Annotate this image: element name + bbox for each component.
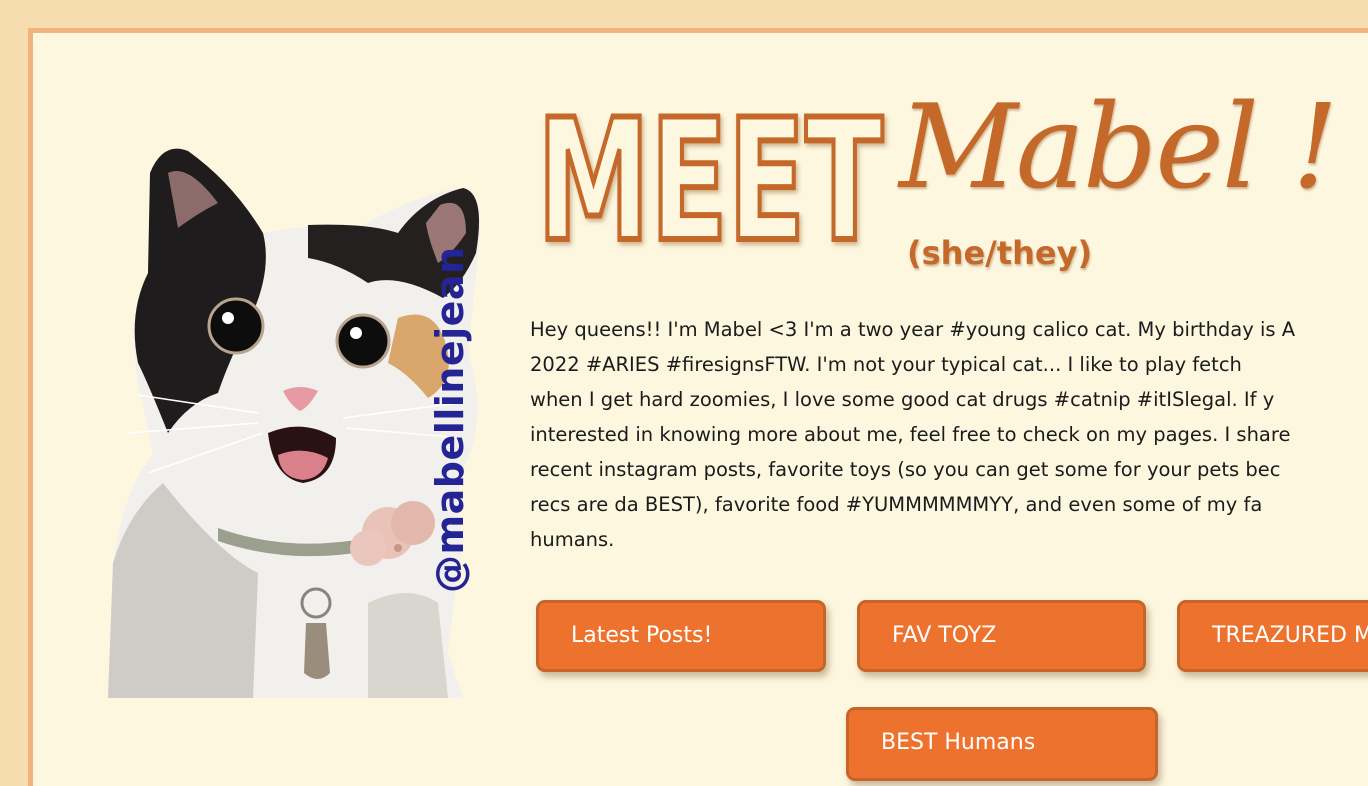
fav-toyz-button[interactable]: FAV TOYZ [857, 600, 1146, 672]
page-frame: @mabellinejean MEET Mabel ! (she/they) H… [28, 28, 1368, 786]
title-meet: MEET [534, 80, 886, 254]
best-humans-button[interactable]: BEST Humans [846, 707, 1158, 781]
latest-posts-button[interactable]: Latest Posts! [536, 600, 826, 672]
instagram-handle: @mabellinejean [428, 246, 472, 593]
bio-line: humans. [530, 528, 615, 551]
cat-photo [108, 148, 481, 698]
title-name: Mabel ! [899, 80, 1338, 215]
treazured-button[interactable]: TREAZURED M [1177, 600, 1368, 672]
bio-line: recs are da BEST), favorite food #YUMMMM… [530, 493, 1263, 516]
bio-line: 2022 #ARIES #firesignsFTW. I'm not your … [530, 353, 1242, 376]
title-meet-text: MEET [537, 83, 883, 254]
bio-line: interested in knowing more about me, fee… [530, 423, 1291, 446]
bio-line: recent instagram posts, favorite toys (s… [530, 458, 1281, 481]
bio-line: when I get hard zoomies, I love some goo… [530, 388, 1275, 411]
pronouns: (she/they) [907, 234, 1093, 272]
bio-text: Hey queens!! I'm Mabel <3 I'm a two year… [530, 312, 1368, 557]
bio-line: Hey queens!! I'm Mabel <3 I'm a two year… [530, 318, 1296, 341]
